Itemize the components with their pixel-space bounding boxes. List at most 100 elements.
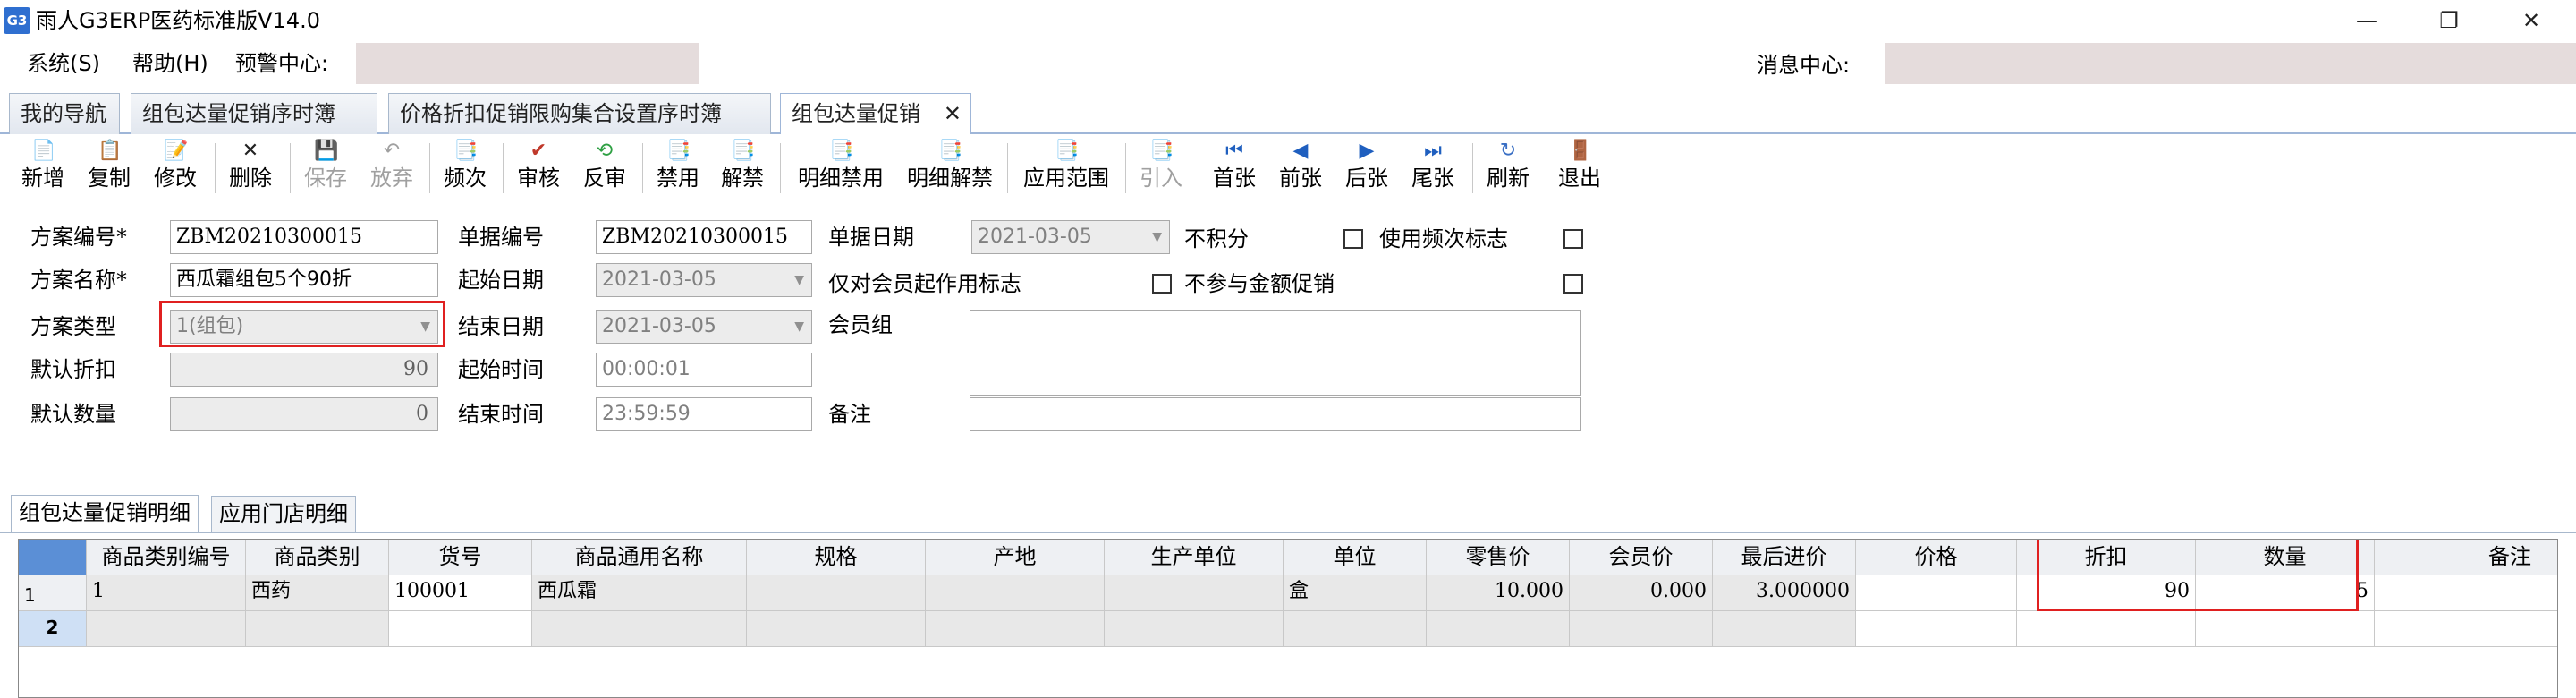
table-cell[interactable] (2196, 611, 2375, 647)
table-cell[interactable] (747, 611, 926, 647)
disable-button[interactable]: 📑 禁用 (651, 136, 705, 199)
discard-button[interactable]: ↶ 放弃 (365, 136, 419, 199)
scheme-name-field[interactable]: 西瓜霜组包5个90折 (170, 263, 438, 297)
menu-system[interactable]: 系统(S) (27, 48, 100, 79)
import-button[interactable]: 📑 引入 (1134, 136, 1188, 199)
use-frequency-checkbox[interactable] (1563, 229, 1583, 249)
row-number[interactable]: 2 (19, 611, 87, 647)
no-points-checkbox[interactable] (1343, 229, 1363, 249)
copy-button[interactable]: 📋 复制 (82, 136, 136, 199)
unapprove-button[interactable]: ⟲ 反审 (578, 136, 631, 199)
message-center-panel[interactable] (1885, 43, 2576, 84)
column-header[interactable]: 单位 (1284, 540, 1427, 575)
table-cell[interactable]: 3.000000 (1713, 575, 1856, 611)
table-cell[interactable] (1570, 611, 1713, 647)
table-cell[interactable]: 盒 (1284, 575, 1427, 611)
save-button[interactable]: 💾 保存 (299, 136, 352, 199)
column-header[interactable]: 产地 (926, 540, 1105, 575)
member-group-field[interactable] (970, 310, 1581, 396)
detail-grid[interactable]: 商品类别编号 商品类别 货号 商品通用名称 规格 产地 生产单位 单位 零售价 … (18, 539, 2558, 698)
scheme-no-field[interactable]: ZBM20210300015 (170, 220, 438, 254)
table-cell[interactable] (389, 611, 532, 647)
column-header[interactable]: 商品类别编号 (87, 540, 246, 575)
tab-bundle-promo-journal[interactable]: 组包达量促销序时簿 (131, 93, 377, 134)
end-date-field[interactable]: 2021-03-05 ▼ (596, 310, 812, 344)
table-cell[interactable] (1856, 575, 2017, 611)
table-cell[interactable] (1856, 611, 2017, 647)
enable-button[interactable]: 📑 解禁 (716, 136, 769, 199)
grid-corner[interactable] (19, 540, 87, 575)
dropdown-arrow-icon: ▼ (794, 273, 804, 287)
column-header[interactable]: 商品通用名称 (532, 540, 747, 575)
table-cell[interactable] (1105, 575, 1284, 611)
start-date-field[interactable]: 2021-03-05 ▼ (596, 263, 812, 297)
detail-disable-button[interactable]: 📑 明细禁用 (791, 136, 891, 199)
remark-field[interactable] (970, 397, 1581, 431)
table-cell[interactable] (2017, 611, 2196, 647)
tab-price-discount-journal[interactable]: 价格折扣促销限购集合设置序时簿 (388, 93, 771, 134)
table-cell[interactable] (926, 575, 1105, 611)
new-button[interactable]: 📄 新增 (16, 136, 70, 199)
exit-button[interactable]: 🚪 退出 (1553, 136, 1606, 199)
start-time-field[interactable]: 00:00:01 (596, 353, 812, 387)
column-header[interactable]: 最后进价 (1713, 540, 1856, 575)
end-time-field[interactable]: 23:59:59 (596, 397, 812, 431)
apply-scope-button[interactable]: 📑 应用范围 (1016, 136, 1116, 199)
refresh-button[interactable]: ↻ 刷新 (1481, 136, 1535, 199)
table-cell[interactable]: 10.000 (1427, 575, 1570, 611)
table-cell[interactable] (1713, 611, 1856, 647)
last-record-button[interactable]: ⏭ 尾张 (1406, 136, 1460, 199)
doc-no-field[interactable]: ZBM20210300015 (596, 220, 812, 254)
detail-enable-label: 明细解禁 (907, 166, 993, 191)
column-header[interactable]: 会员价 (1570, 540, 1713, 575)
table-cell[interactable]: 1 (87, 575, 246, 611)
table-cell[interactable]: 西药 (246, 575, 389, 611)
column-header[interactable]: 零售价 (1427, 540, 1570, 575)
default-discount-field[interactable]: 90 (170, 353, 438, 387)
column-header[interactable]: 货号 (389, 540, 532, 575)
member-only-checkbox[interactable] (1152, 274, 1172, 294)
warning-center-panel[interactable] (356, 43, 699, 84)
table-cell[interactable] (926, 611, 1105, 647)
first-record-button[interactable]: ⏮ 首张 (1208, 136, 1261, 199)
tab-promo-details[interactable]: 组包达量促销明细 (11, 495, 199, 532)
approve-button[interactable]: ✔ 审核 (512, 136, 565, 199)
table-cell[interactable]: 西瓜霜 (532, 575, 747, 611)
close-window-button[interactable]: ✕ (2490, 0, 2572, 41)
frequency-button[interactable]: 📑 频次 (438, 136, 492, 199)
maximize-button[interactable]: ❐ (2408, 0, 2490, 41)
table-cell[interactable] (1284, 611, 1427, 647)
tab-my-navigation[interactable]: 我的导航 (9, 93, 120, 134)
column-header[interactable]: 规格 (747, 540, 926, 575)
table-cell[interactable] (2375, 611, 2557, 647)
table-cell[interactable] (2375, 575, 2557, 611)
delete-button[interactable]: ✕ 删除 (224, 136, 277, 199)
default-qty-field[interactable]: 0 (170, 397, 438, 431)
edit-button[interactable]: 📝 修改 (148, 136, 202, 199)
previous-label: 前张 (1279, 166, 1322, 191)
doc-date-field[interactable]: 2021-03-05 ▼ (971, 220, 1170, 254)
previous-record-button[interactable]: ◀ 前张 (1274, 136, 1327, 199)
column-header[interactable]: 价格 (1856, 540, 2017, 575)
table-cell[interactable] (1105, 611, 1284, 647)
no-amount-promo-checkbox[interactable] (1563, 274, 1583, 294)
detail-enable-button[interactable]: 📑 明细解禁 (900, 136, 1000, 199)
table-cell[interactable]: 100001 (389, 575, 532, 611)
toolbar-separator (1007, 143, 1008, 193)
column-header[interactable]: 备注 (2375, 540, 2557, 575)
minimize-button[interactable]: — (2326, 0, 2408, 41)
table-cell[interactable] (1427, 611, 1570, 647)
table-cell[interactable] (87, 611, 246, 647)
table-cell[interactable] (747, 575, 926, 611)
tab-bundle-promo[interactable]: 组包达量促销 ✕ (780, 93, 971, 136)
row-number[interactable]: 1 (19, 575, 87, 611)
column-header[interactable]: 商品类别 (246, 540, 389, 575)
close-tab-icon[interactable]: ✕ (944, 94, 962, 133)
table-cell[interactable] (532, 611, 747, 647)
table-cell[interactable] (246, 611, 389, 647)
next-record-button[interactable]: ▶ 后张 (1340, 136, 1394, 199)
tab-store-details[interactable]: 应用门店明细 (211, 496, 356, 532)
table-cell[interactable]: 0.000 (1570, 575, 1713, 611)
column-header[interactable]: 生产单位 (1105, 540, 1284, 575)
menu-help[interactable]: 帮助(H) (132, 48, 208, 79)
